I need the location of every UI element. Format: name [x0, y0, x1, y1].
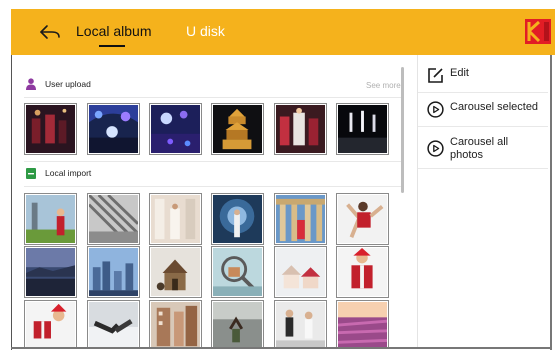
photo-thumbnail[interactable] — [336, 103, 389, 155]
play-circle-icon — [427, 101, 444, 118]
photo-content[interactable]: User upload See more Local import — [12, 55, 410, 347]
photo-thumbnail[interactable] — [149, 103, 202, 155]
kodak-logo — [525, 19, 551, 44]
photo-thumbnail[interactable] — [87, 246, 140, 298]
photo-thumbnail[interactable] — [87, 103, 140, 155]
photo-thumbnail[interactable] — [211, 300, 264, 347]
photo-thumbnail[interactable] — [211, 193, 264, 245]
frame-border-bottom — [11, 347, 552, 349]
photo-thumbnail[interactable] — [274, 300, 327, 347]
folder-icon — [26, 167, 36, 179]
photo-thumbnail[interactable] — [211, 103, 264, 155]
local-import-title: Local import — [45, 168, 92, 178]
carousel-all-photos-button[interactable]: Carousel all photos — [427, 136, 540, 162]
photo-thumbnail[interactable] — [24, 193, 77, 245]
user-icon — [26, 78, 36, 90]
user-upload-header: User upload — [26, 76, 91, 92]
local-import-header: Local import — [26, 165, 91, 181]
edit-icon — [428, 68, 443, 83]
photo-thumbnail[interactable] — [24, 246, 77, 298]
photo-thumbnail[interactable] — [24, 103, 77, 155]
divider — [24, 186, 402, 187]
photo-thumbnail[interactable] — [336, 246, 389, 298]
photo-thumbnail[interactable] — [336, 300, 389, 347]
divider — [24, 97, 402, 98]
photo-thumbnail[interactable] — [149, 246, 202, 298]
divider — [418, 92, 548, 93]
photo-thumbnail[interactable] — [149, 193, 202, 245]
edit-button[interactable]: Edit — [427, 67, 469, 84]
divider — [418, 126, 548, 127]
photo-thumbnail[interactable] — [87, 300, 140, 347]
tab-u-disk[interactable]: U disk — [186, 23, 225, 39]
active-tab-indicator — [99, 45, 125, 47]
photo-thumbnail[interactable] — [211, 246, 264, 298]
carousel-selected-button[interactable]: Carousel selected — [427, 101, 538, 118]
photo-thumbnail[interactable] — [336, 193, 389, 245]
photo-thumbnail[interactable] — [274, 246, 327, 298]
top-bar: Local album U disk — [11, 9, 555, 55]
photo-thumbnail[interactable] — [87, 193, 140, 245]
frame-border-right — [550, 55, 552, 350]
edit-label: Edit — [450, 67, 469, 79]
photo-thumbnail[interactable] — [149, 300, 202, 347]
photo-thumbnail[interactable] — [24, 300, 77, 347]
photo-thumbnail[interactable] — [274, 193, 327, 245]
carousel-selected-label: Carousel selected — [450, 101, 539, 113]
back-arrow-icon[interactable] — [39, 22, 61, 42]
user-upload-title: User upload — [45, 79, 91, 89]
divider — [418, 168, 548, 169]
divider — [24, 161, 402, 162]
see-more-link[interactable]: See more — [366, 81, 401, 90]
photo-thumbnail[interactable] — [274, 103, 327, 155]
scrollbar[interactable] — [401, 67, 404, 193]
tab-local-album[interactable]: Local album — [76, 23, 152, 39]
play-circle-icon — [427, 140, 444, 157]
panel-divider — [417, 55, 418, 347]
carousel-all-photos-label: Carousel all photos — [450, 136, 509, 161]
